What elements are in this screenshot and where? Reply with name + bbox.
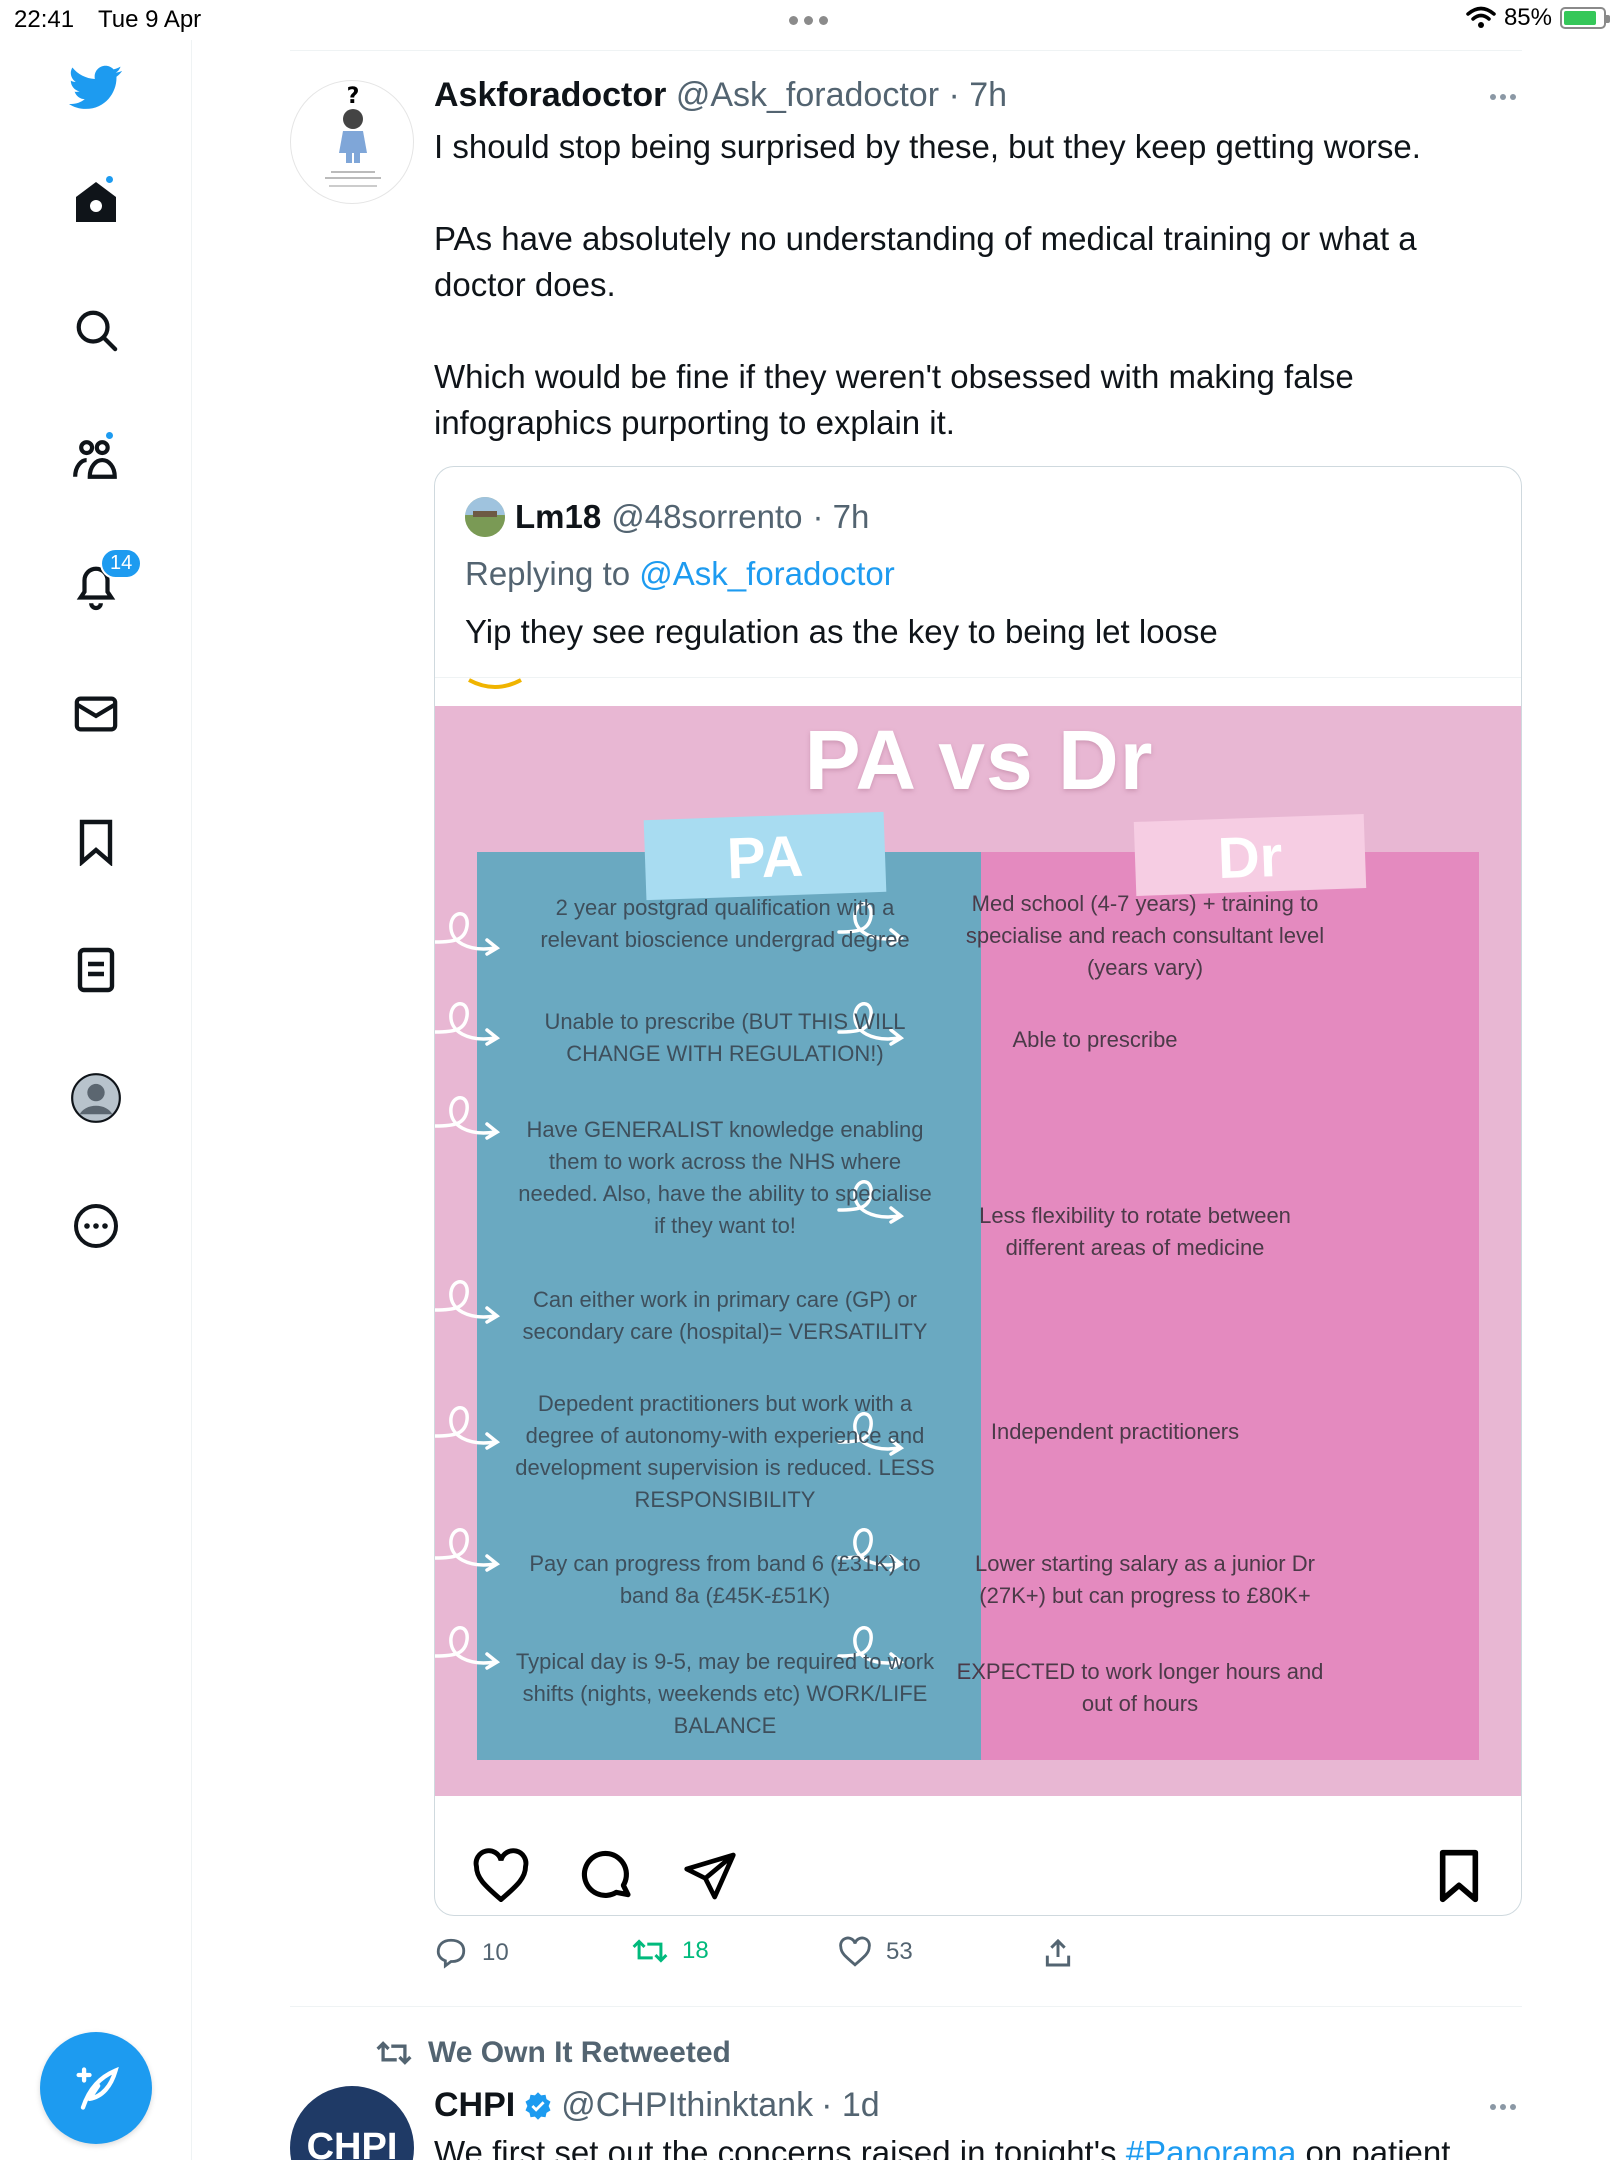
tweet-author-name[interactable]: Askforadoctor bbox=[434, 76, 666, 114]
retweet-count: 18 bbox=[682, 1937, 709, 1964]
hashtag-link[interactable]: #Panorama bbox=[1126, 2134, 1297, 2160]
infographic: PA vs Dr PA Dr 2 year postgrad qualifica… bbox=[435, 706, 1521, 1796]
quoted-tweet-text: Yip they see regulation as the key to be… bbox=[465, 613, 1218, 650]
dr-item: Lower starting salary as a junior Dr (27… bbox=[975, 1551, 1315, 1608]
twitter-logo-icon[interactable] bbox=[68, 60, 124, 116]
tweet2-time: · 1d bbox=[821, 2086, 880, 2124]
tweet2-header: CHPI @CHPIthinktank · 1d bbox=[434, 2086, 880, 2125]
like-count: 53 bbox=[886, 1938, 913, 1965]
tweet-author-avatar[interactable]: ? bbox=[290, 80, 414, 204]
home-icon[interactable] bbox=[68, 174, 124, 230]
replying-to-handle-link[interactable]: @Ask_foradoctor bbox=[639, 555, 894, 592]
lists-icon[interactable] bbox=[68, 942, 124, 998]
battery-percent: 85% bbox=[1503, 4, 1552, 31]
reply-icon bbox=[436, 1938, 466, 1969]
notifications-count-badge: 14 bbox=[100, 548, 143, 579]
retweeted-by-line[interactable]: We Own It Retweeted bbox=[376, 2036, 731, 2070]
share-button[interactable] bbox=[1042, 1936, 1074, 1970]
retweet-small-icon bbox=[376, 2041, 412, 2065]
svg-text:?: ? bbox=[347, 84, 360, 109]
messages-envelope-icon[interactable] bbox=[68, 686, 124, 742]
tweet2-text: We first set out the concerns raised in … bbox=[434, 2134, 1450, 2160]
pa-item: Pay can progress from band 6 (£31K) to b… bbox=[529, 1551, 921, 1608]
quoted-tweet-card[interactable]: Lm18 @48sorrento · 7h Replying to @Ask_f… bbox=[434, 466, 1522, 1916]
pa-item: 2 year postgrad qualification with a rel… bbox=[540, 895, 910, 952]
tweet2-author-handle[interactable]: @CHPIthinktank bbox=[561, 2086, 813, 2125]
tweet2-more-icon[interactable] bbox=[1490, 2104, 1516, 2110]
tweet-paragraph: Which would be fine if they weren't obse… bbox=[434, 358, 1354, 441]
dr-item: Independent practitioners bbox=[990, 1419, 1240, 1444]
tweet-header: Askforadoctor @Ask_foradoctor · 7h bbox=[434, 76, 1007, 115]
tweet2-text-before: We first set out the concerns raised in … bbox=[434, 2134, 1126, 2160]
communities-unread-dot bbox=[104, 430, 115, 441]
quoted-tweet-header: Lm18 @48sorrento · 7h bbox=[465, 497, 869, 537]
reply-count: 10 bbox=[482, 1939, 509, 1966]
pa-item: Unable to prescribe (BUT THIS WILL CHANG… bbox=[544, 1009, 906, 1066]
share-icon bbox=[1045, 1938, 1071, 1967]
dr-item: EXPECTED to work longer hours and out of… bbox=[956, 1659, 1324, 1716]
image-top-crop bbox=[468, 678, 522, 689]
pa-item: Can either work in primary care (GP) or … bbox=[522, 1287, 928, 1344]
retweet-icon bbox=[632, 1939, 668, 1963]
retweet-button[interactable]: 18 bbox=[632, 1936, 709, 1966]
pa-item: Typical day is 9-5, may be required to w… bbox=[515, 1649, 935, 1738]
instagram-actions-bar bbox=[435, 1828, 1521, 1915]
ig-share-icon[interactable] bbox=[681, 1848, 739, 1904]
tweet-text: I should stop being surprised by these, … bbox=[434, 124, 1514, 492]
tweet2-author-name[interactable]: CHPI bbox=[434, 2086, 515, 2125]
notifications-bell-icon[interactable]: 14 bbox=[68, 548, 143, 614]
dr-item: Less flexibility to rotate between diffe… bbox=[979, 1203, 1291, 1260]
sidebar: 14 bbox=[0, 40, 192, 2160]
pa-item: Depedent practitioners but work with a d… bbox=[515, 1391, 935, 1512]
ig-comment-icon[interactable] bbox=[579, 1848, 635, 1904]
status-date: Tue 9 Apr bbox=[98, 6, 202, 33]
tweet-author-handle[interactable]: @Ask_foradoctor bbox=[676, 76, 939, 114]
profile-avatar-icon[interactable] bbox=[68, 1070, 124, 1126]
replying-to-label: Replying to bbox=[465, 555, 631, 592]
heart-icon bbox=[839, 1936, 871, 1967]
tweet-action-bar: 10 18 53 bbox=[434, 1936, 1134, 1980]
quoted-author-name[interactable]: Lm18 bbox=[515, 498, 601, 536]
compose-tweet-button[interactable] bbox=[40, 2032, 152, 2144]
chpi-avatar-text: CHPI bbox=[306, 2126, 398, 2160]
tweet-paragraph: PAs have absolutely no understanding of … bbox=[434, 220, 1417, 303]
retweeted-by-text: We Own It Retweeted bbox=[428, 2036, 731, 2069]
quoted-tweet-image[interactable]: PA vs Dr PA Dr 2 year postgrad qualifica… bbox=[435, 677, 1521, 1915]
status-bar: 22:41 Tue 9 Apr 85% bbox=[0, 0, 1620, 40]
compose-feather-icon bbox=[76, 2066, 119, 2110]
tweet-time[interactable]: · 7h bbox=[948, 76, 1007, 114]
verified-badge-icon bbox=[525, 2091, 551, 2120]
bookmark-icon[interactable] bbox=[68, 814, 124, 870]
quoted-author-avatar[interactable] bbox=[465, 497, 505, 537]
quoted-author-handle[interactable]: @48sorrento bbox=[611, 498, 802, 536]
tweet-paragraph: I should stop being surprised by these, … bbox=[434, 128, 1421, 165]
tweet-more-icon[interactable] bbox=[1490, 94, 1516, 100]
quoted-tweet-time: · 7h bbox=[812, 498, 870, 535]
battery-icon bbox=[1560, 7, 1610, 29]
reply-button[interactable]: 10 bbox=[434, 1936, 509, 1970]
more-options-icon[interactable] bbox=[68, 1198, 124, 1254]
pa-item: Have GENERALIST knowledge enabling them … bbox=[518, 1117, 932, 1238]
dr-item: Med school (4-7 years) + training to spe… bbox=[965, 891, 1325, 980]
ig-heart-icon[interactable] bbox=[471, 1848, 531, 1902]
communities-icon[interactable] bbox=[68, 430, 124, 486]
ig-bookmark-icon[interactable] bbox=[1435, 1848, 1483, 1904]
like-button[interactable]: 53 bbox=[838, 1936, 913, 1968]
chpi-avatar[interactable]: CHPI bbox=[290, 2086, 414, 2160]
home-unread-dot bbox=[104, 174, 115, 185]
dr-item: Able to prescribe bbox=[1012, 1027, 1178, 1052]
timeline-divider bbox=[290, 50, 1522, 51]
status-time: 22:41 bbox=[14, 6, 75, 33]
timeline-divider bbox=[290, 2006, 1522, 2007]
wifi-icon bbox=[1466, 6, 1496, 28]
multitasking-dots-icon[interactable] bbox=[789, 16, 828, 25]
tweet2-text-after: on patient bbox=[1296, 2134, 1451, 2160]
replying-to-line: Replying to @Ask_foradoctor bbox=[465, 555, 895, 593]
search-icon[interactable] bbox=[68, 302, 124, 358]
